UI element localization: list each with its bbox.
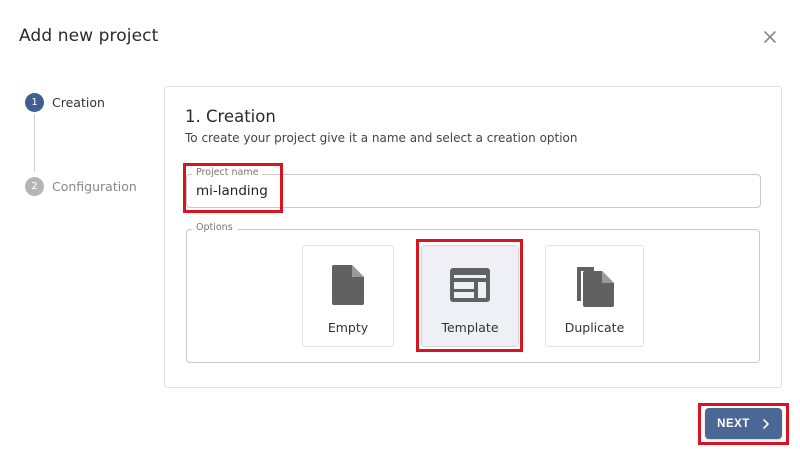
close-icon xyxy=(764,31,776,43)
duplicate-files-icon xyxy=(576,267,614,307)
chevron-right-icon xyxy=(763,418,769,429)
step-configuration[interactable]: 2 Configuration xyxy=(25,177,137,196)
close-button[interactable] xyxy=(760,27,780,47)
template-layout-icon xyxy=(450,268,490,302)
dialog-title: Add new project xyxy=(19,26,159,46)
stepper-connector xyxy=(34,114,35,172)
project-name-input[interactable] xyxy=(196,181,736,201)
option-label: Template xyxy=(441,320,499,335)
option-duplicate-card[interactable]: Duplicate xyxy=(545,245,644,347)
step-number-badge: 1 xyxy=(25,93,44,112)
step-label: Configuration xyxy=(52,179,137,194)
step-creation[interactable]: 1 Creation xyxy=(25,93,105,112)
options-label: Options xyxy=(192,222,237,233)
file-icon xyxy=(332,265,364,305)
option-label: Duplicate xyxy=(564,320,625,335)
step-label: Creation xyxy=(52,95,105,110)
section-title: 1. Creation xyxy=(185,107,276,126)
option-label: Empty xyxy=(327,320,369,335)
project-name-label: Project name xyxy=(192,167,263,178)
next-button[interactable]: NEXT xyxy=(705,408,782,439)
option-empty-card[interactable]: Empty xyxy=(302,245,394,347)
step-number-badge: 2 xyxy=(25,177,44,196)
option-template-card[interactable]: Template xyxy=(421,245,519,347)
next-button-label: NEXT xyxy=(717,417,750,430)
section-description: To create your project give it a name an… xyxy=(185,131,578,145)
